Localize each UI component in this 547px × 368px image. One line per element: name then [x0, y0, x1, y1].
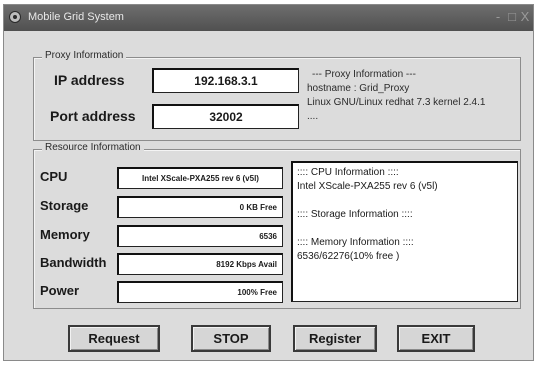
storage-field[interactable]: 0 KB Free: [117, 196, 283, 218]
memory-field[interactable]: 6536: [117, 225, 283, 247]
window-title: Mobile Grid System: [28, 11, 124, 23]
resource-detail-textarea[interactable]: :::: CPU Information :::: Intel XScale-P…: [291, 161, 518, 302]
port-address-field[interactable]: 32002: [152, 104, 299, 129]
port-address-label: Port address: [50, 108, 136, 124]
stop-button[interactable]: STOP: [191, 325, 271, 352]
exit-button[interactable]: EXIT: [397, 325, 475, 352]
power-field[interactable]: 100% Free: [117, 281, 283, 303]
storage-label: Storage: [40, 198, 89, 213]
resource-panel-caption: Resource Information: [42, 142, 144, 153]
power-label: Power: [40, 283, 80, 298]
cpu-field[interactable]: Intel XScale-PXA255 rev 6 (v5l): [117, 167, 283, 189]
close-icon[interactable]: X: [518, 9, 532, 25]
ip-address-field[interactable]: 192.168.3.1: [152, 68, 299, 93]
ip-address-label: IP address: [54, 72, 125, 88]
cpu-label: CPU: [40, 169, 68, 184]
maximize-icon[interactable]: □: [505, 9, 519, 25]
request-button[interactable]: Request: [68, 325, 160, 352]
app-icon[interactable]: [9, 11, 21, 23]
register-button[interactable]: Register: [293, 325, 377, 352]
bandwidth-label: Bandwidth: [40, 255, 107, 270]
proxy-panel-caption: Proxy Information: [42, 50, 127, 61]
memory-label: Memory: [40, 227, 90, 242]
minimize-icon[interactable]: -: [491, 9, 505, 25]
bandwidth-field[interactable]: 8192 Kbps Avail: [117, 253, 283, 275]
title-bar[interactable]: Mobile Grid System - □ X: [4, 5, 533, 31]
